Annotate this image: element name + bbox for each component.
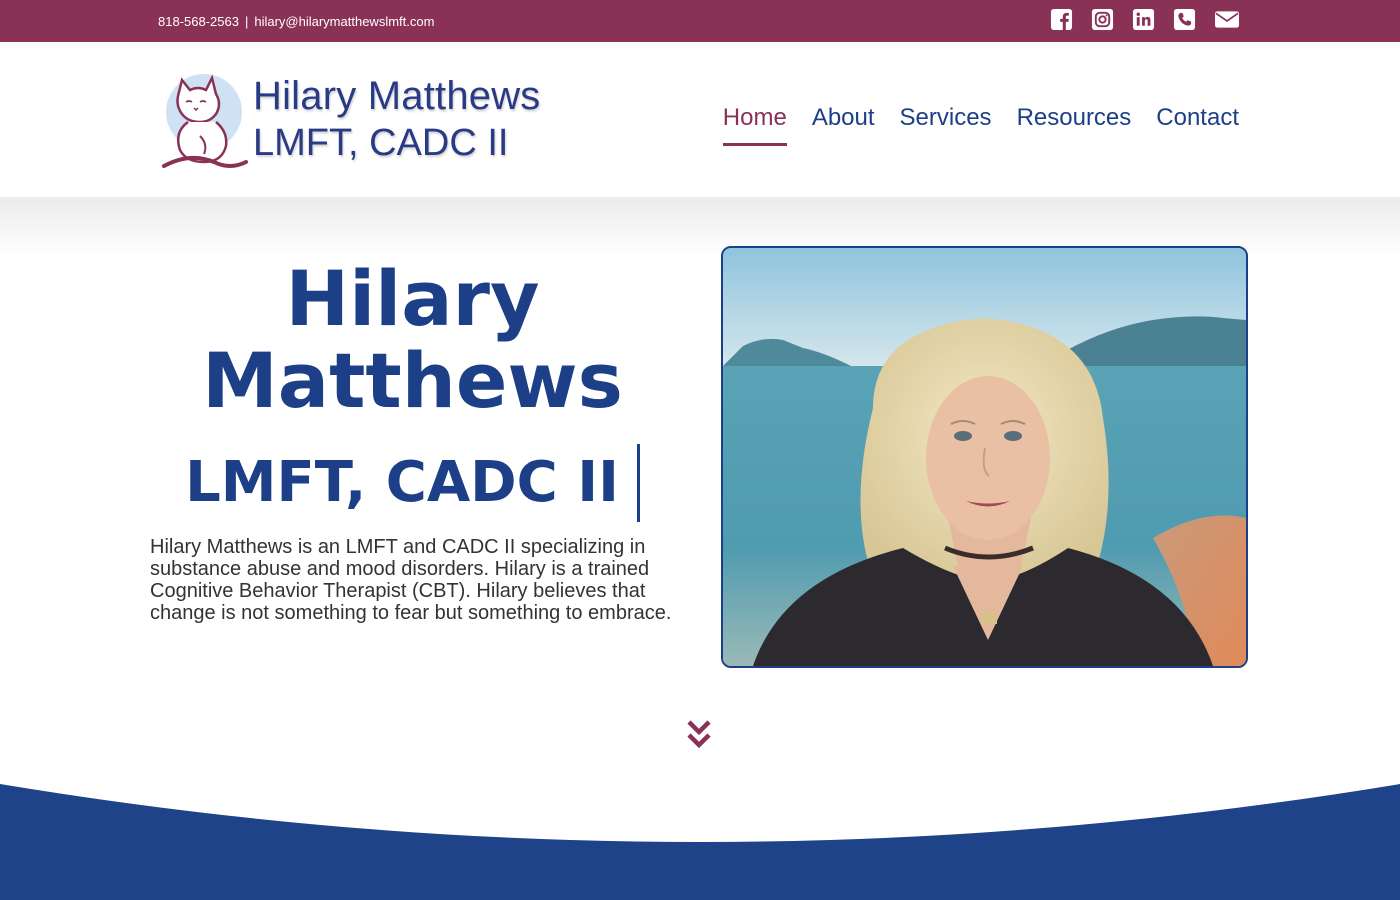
- hero-credentials-text: LMFT, CADC II: [185, 450, 619, 515]
- site-header: Hilary Matthews LMFT, CADC II Home About…: [0, 42, 1400, 197]
- facebook-icon[interactable]: [1050, 8, 1073, 31]
- instagram-icon[interactable]: [1091, 8, 1114, 31]
- linkedin-icon[interactable]: [1132, 8, 1155, 31]
- nav-item-about[interactable]: About: [812, 104, 875, 146]
- hero-photo: [721, 246, 1248, 668]
- nav-item-services[interactable]: Services: [900, 104, 992, 146]
- contact-info: 818-568-2563 | hilary@hilarymatthewslmft…: [158, 0, 434, 42]
- portrait-image: [723, 248, 1246, 666]
- cat-logo-icon[interactable]: [160, 66, 250, 174]
- hero-credentials: LMFT, CADC II: [150, 444, 675, 522]
- hero-bio: Hilary Matthews is an LMFT and CADC II s…: [150, 536, 672, 624]
- brand-credentials[interactable]: LMFT, CADC II: [253, 122, 508, 165]
- email-icon[interactable]: [1214, 8, 1240, 31]
- hero-title-line1: Hilary: [285, 254, 540, 343]
- email-link[interactable]: hilary@hilarymatthewslmft.com: [254, 14, 434, 29]
- hero-title: Hilary Matthews: [150, 258, 675, 422]
- scroll-down-icon[interactable]: [686, 718, 712, 752]
- social-links: [1050, 8, 1240, 31]
- hero-title-line2: Matthews: [202, 336, 623, 425]
- contact-separator: |: [244, 13, 249, 29]
- nav-item-contact[interactable]: Contact: [1156, 104, 1239, 146]
- phone-link[interactable]: 818-568-2563: [158, 14, 239, 29]
- typing-cursor: [636, 444, 640, 522]
- nav-item-resources[interactable]: Resources: [1017, 104, 1132, 146]
- nav-item-home[interactable]: Home: [722, 104, 787, 146]
- wave-divider: [0, 784, 1400, 900]
- main-nav: Home About Services Resources Contact: [722, 104, 1239, 146]
- brand-name[interactable]: Hilary Matthews: [253, 74, 541, 119]
- top-bar: 818-568-2563 | hilary@hilarymatthewslmft…: [0, 0, 1400, 42]
- phone-icon[interactable]: [1173, 8, 1196, 31]
